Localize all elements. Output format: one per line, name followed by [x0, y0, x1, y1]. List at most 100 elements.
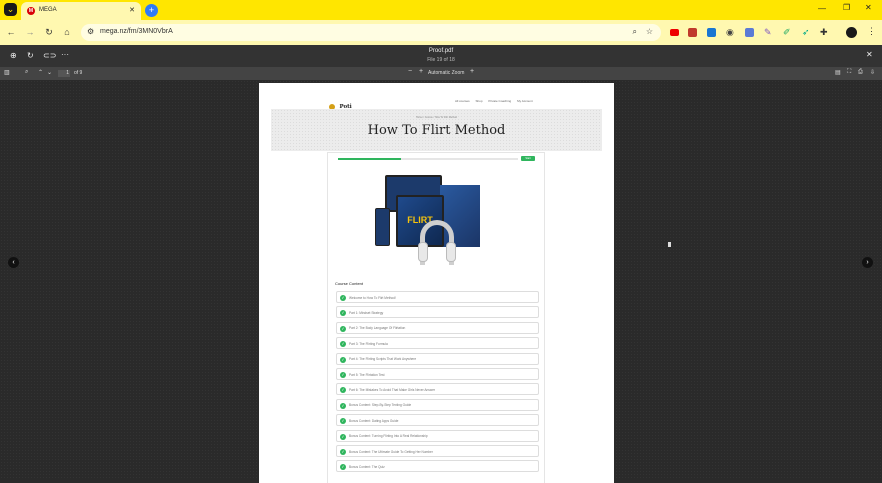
- extension-blue-icon[interactable]: [745, 28, 754, 37]
- extension-purple-icon[interactable]: ✎: [764, 27, 772, 38]
- page-total: of 9: [74, 70, 83, 76]
- lesson-item[interactable]: ✓ Bonus Content: Dating Apps Guide: [336, 414, 539, 427]
- zoom-in-right-icon[interactable]: +: [470, 68, 474, 75]
- zoom-out-icon[interactable]: −: [408, 68, 412, 75]
- address-bar[interactable]: ⚙ mega.nz/fm/3MN0VbrA ⌕ ☆: [81, 24, 661, 41]
- prev-page-icon[interactable]: ⌃: [38, 69, 43, 76]
- checkmark-icon: ✓: [340, 325, 346, 332]
- print-icon[interactable]: ⎙: [858, 69, 863, 76]
- lesson-item[interactable]: ✓ Part 5: The Flirtation Test: [336, 368, 539, 380]
- fullscreen-icon[interactable]: ⛶: [847, 69, 851, 76]
- lesson-item[interactable]: ✓ Bonus Content: The Quiz: [336, 460, 539, 473]
- previous-file-button[interactable]: ‹: [8, 257, 19, 268]
- extension-rocket-icon[interactable]: ➶: [802, 27, 810, 38]
- extension-pen-icon[interactable]: ✐: [783, 27, 791, 38]
- breadcrumb: Home / Course / How To Flirt Method: [415, 116, 458, 119]
- checkmark-icon: ✓: [340, 356, 346, 363]
- nav-all-courses[interactable]: All courses: [455, 99, 470, 103]
- checkmark-icon: ✓: [340, 449, 346, 455]
- lesson-label: Bonus Content: Step-By-Step Texting Guid…: [349, 403, 412, 408]
- lesson-label: Bonus Content: Turning Flirting Into A R…: [349, 434, 428, 439]
- site-info-icon[interactable]: ⚙: [87, 27, 94, 36]
- next-file-button[interactable]: ›: [862, 257, 873, 268]
- mega-favicon-icon: M: [27, 7, 35, 15]
- lesson-label: Part 2: The Body Language Of Flirtation: [349, 326, 406, 331]
- product-phone: [375, 208, 390, 246]
- tab-title: MEGA: [39, 7, 57, 13]
- checkmark-icon: ✓: [340, 295, 346, 301]
- progress-badge[interactable]: Start: [521, 156, 535, 161]
- profile-avatar-icon[interactable]: [846, 27, 857, 38]
- find-icon[interactable]: ⌕: [25, 69, 28, 76]
- nav-shop[interactable]: Shop: [476, 99, 483, 103]
- extension-red-icon[interactable]: [688, 28, 697, 37]
- extension-eye-icon[interactable]: ◉: [726, 27, 734, 38]
- checkmark-icon: ✓: [340, 402, 346, 409]
- pdf-toolbar: ▥ ⌕ ⌃ ⌄ 1 of 9 − + Automatic Zoom + ▤ ⛶ …: [0, 67, 882, 80]
- mouse-cursor-icon: [668, 242, 671, 247]
- checkmark-icon: ✓: [340, 464, 346, 471]
- lesson-item[interactable]: ✓ Part 4: The Flirting Scripts That Work …: [336, 352, 539, 365]
- checkmark-icon: ✓: [340, 341, 346, 348]
- reload-icon[interactable]: ↻: [43, 25, 55, 39]
- close-window-icon[interactable]: ✕: [865, 3, 872, 12]
- close-viewer-icon[interactable]: ✕: [866, 50, 873, 59]
- tab-mega[interactable]: M MEGA ✕: [21, 2, 141, 20]
- download-icon[interactable]: ⇩: [870, 69, 875, 76]
- home-icon[interactable]: ⌂: [61, 25, 73, 39]
- lesson-item[interactable]: ✓ Part 2: The Body Language Of Flirtation: [336, 321, 539, 334]
- zoom-in-icon[interactable]: +: [419, 68, 423, 75]
- lesson-item[interactable]: ✓ Welcome to How To Flirt Method!: [336, 291, 539, 303]
- page-number-input[interactable]: 1: [58, 70, 70, 77]
- tab-strip: ⌄ M MEGA ✕ + — ❐ ✕: [0, 0, 882, 20]
- lesson-item[interactable]: ✓ Bonus Content: Turning Flirting Into A …: [336, 429, 539, 442]
- progress-track: [338, 158, 518, 160]
- course-content-heading: Course Content: [335, 281, 364, 286]
- back-icon[interactable]: ←: [5, 25, 17, 39]
- zoom-icon[interactable]: ⌕: [633, 27, 637, 37]
- product-image: FLIRT: [368, 170, 503, 270]
- lesson-item[interactable]: ✓ Part 6: The Mistakes To Avoid That Make…: [336, 383, 539, 396]
- lesson-item[interactable]: ✓ Bonus Content: Step-By-Step Texting Gui…: [336, 398, 539, 411]
- checkmark-icon: ✓: [340, 418, 346, 425]
- page-title: How To Flirt Method: [367, 123, 506, 138]
- checkmark-icon: ✓: [340, 433, 346, 440]
- new-tab-button[interactable]: +: [145, 4, 158, 17]
- next-page-icon[interactable]: ⌄: [47, 69, 52, 76]
- extension-grid-icon[interactable]: [707, 28, 716, 37]
- headphone-cup-right: [446, 242, 456, 262]
- headphone-cup-left: [418, 242, 428, 262]
- hero-banner: Home / Course / How To Flirt Method How …: [271, 109, 602, 151]
- checkmark-icon: ✓: [340, 372, 346, 378]
- url-text: mega.nz/fm/3MN0VbrA: [100, 28, 173, 35]
- lesson-label: Bonus Content: The Quiz: [349, 464, 385, 469]
- checkmark-icon: ✓: [340, 310, 346, 317]
- tab-close-icon[interactable]: ✕: [129, 6, 135, 14]
- file-counter: File 19 of 18: [427, 57, 455, 63]
- presentation-icon[interactable]: ▤: [835, 69, 841, 76]
- lesson-item[interactable]: ✓ Part 3: The Flirting Formula: [336, 337, 539, 350]
- forward-icon[interactable]: →: [24, 25, 36, 39]
- lesson-label: Welcome to How To Flirt Method!: [349, 295, 396, 300]
- extensions-puzzle-icon[interactable]: ✚: [820, 27, 828, 38]
- youtube-extension-icon[interactable]: [670, 29, 679, 36]
- bookmark-star-icon[interactable]: ☆: [646, 27, 653, 36]
- site-logo: Poti: [329, 98, 352, 110]
- lesson-item[interactable]: ✓ Bonus Content: The Ultimate Guide To Ge…: [336, 445, 539, 457]
- minimize-icon[interactable]: —: [818, 4, 826, 13]
- sidebar-toggle-icon[interactable]: ▥: [4, 69, 10, 76]
- tab-search-button[interactable]: ⌄: [4, 3, 17, 16]
- zoom-select[interactable]: Automatic Zoom: [428, 70, 468, 76]
- checkmark-icon: ✓: [340, 387, 346, 394]
- pdf-page: Poti All courses Shop Private Coaching M…: [259, 83, 614, 483]
- menu-kebab-icon[interactable]: ⋮: [867, 26, 876, 37]
- lesson-label: Part 4: The Flirting Scripts That Work A…: [349, 357, 417, 362]
- lesson-item[interactable]: ✓ Part 1: Mindset Strategy: [336, 306, 539, 319]
- lesson-label: Bonus Content: The Ultimate Guide To Get…: [349, 449, 433, 454]
- nav-my-account[interactable]: My Account: [517, 99, 533, 103]
- lesson-label: Part 3: The Flirting Formula: [349, 341, 388, 346]
- restore-icon[interactable]: ❐: [843, 3, 850, 12]
- lesson-label: Part 1: Mindset Strategy: [349, 310, 384, 315]
- nav-private-coaching[interactable]: Private Coaching: [488, 99, 511, 103]
- lesson-label: Part 5: The Flirtation Test: [349, 372, 385, 377]
